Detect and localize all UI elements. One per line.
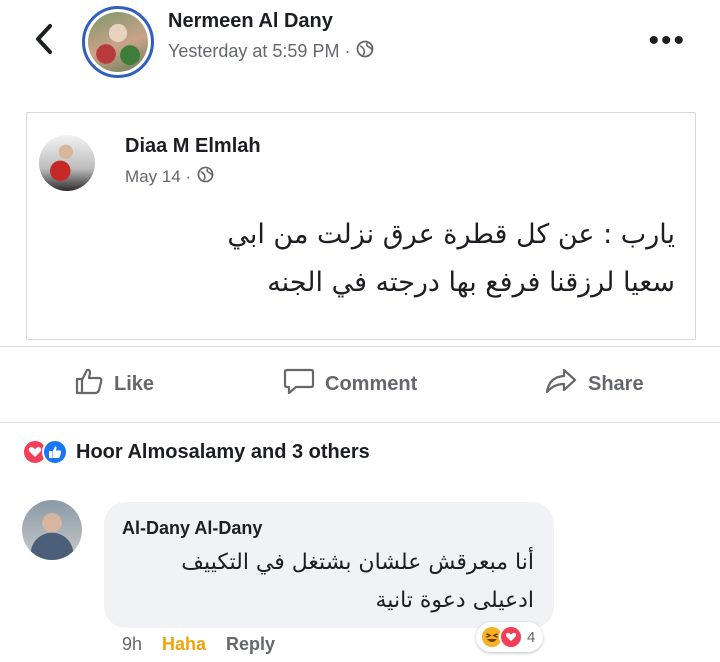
globe-icon — [197, 166, 214, 188]
divider — [0, 346, 720, 347]
comment-meta: 9h Haha Reply — [122, 634, 275, 655]
comment-text-line: ادعيلى دعوة تانية — [375, 588, 534, 613]
comment-time: 9h — [122, 634, 143, 654]
comment-label: Comment — [325, 372, 418, 395]
shared-post-text: يارب : عن كل قطرة عرق نزلت من ابي سعيا ل… — [55, 211, 675, 307]
commenter-avatar[interactable] — [22, 500, 82, 560]
like-reaction-icon — [42, 439, 68, 465]
post-timestamp: Yesterday at 5:59 PM · — [168, 40, 374, 63]
shared-author-avatar[interactable] — [39, 135, 95, 191]
share-button[interactable]: Share — [544, 352, 644, 416]
love-reaction-icon — [499, 625, 523, 649]
like-button[interactable]: Like — [74, 352, 154, 416]
like-label: Like — [114, 372, 155, 395]
shared-post-timestamp: May 14 · — [125, 166, 214, 188]
reactions-summary[interactable]: Hoor Almosalamy and 3 others — [22, 436, 370, 468]
comment-text-line: أنا مبعرقش علشان بشتغل في التكييف — [181, 550, 534, 575]
comment-reply-button[interactable]: Reply — [226, 634, 275, 655]
share-label: Share — [588, 372, 644, 395]
shared-timestamp-text[interactable]: May 14 · — [125, 167, 191, 187]
comment-reaction-count: 4 — [527, 628, 536, 646]
more-options-icon[interactable]: ••• — [648, 26, 686, 56]
post-timestamp-text[interactable]: Yesterday at 5:59 PM · — [168, 41, 350, 62]
chevron-left-icon[interactable] — [30, 22, 58, 56]
shared-post-line: يارب : عن كل قطرة عرق نزلت من ابي — [227, 219, 675, 250]
comment-bubble-icon — [283, 366, 315, 402]
globe-icon — [356, 40, 374, 63]
post-author-name[interactable]: Nermeen Al Dany — [168, 10, 333, 33]
shared-post-line: سعيا لرزقنا فرفع بها درجته في الجنه — [267, 267, 675, 298]
post-action-bar: Like Comment Share — [0, 352, 720, 416]
author-avatar[interactable] — [82, 6, 154, 78]
comment-reactions-badge[interactable]: 4 — [476, 622, 544, 652]
comment-bubble: Al-Dany Al-Dany أنا مبعرقش علشان بشتغل ف… — [104, 502, 554, 628]
comment-text: أنا مبعرقش علشان بشتغل في التكييف ادعيلى… — [114, 544, 534, 620]
shared-post-card[interactable]: Diaa M Elmlah May 14 · يارب : عن كل قطرة… — [26, 112, 696, 340]
comment-author-name[interactable]: Al-Dany Al-Dany — [122, 518, 262, 539]
comment-button[interactable]: Comment — [283, 352, 417, 416]
thumbs-up-icon — [74, 367, 104, 401]
share-arrow-icon — [544, 367, 578, 401]
divider — [0, 422, 720, 423]
post-header: Nermeen Al Dany Yesterday at 5:59 PM · •… — [0, 0, 720, 90]
shared-author-name[interactable]: Diaa M Elmlah — [125, 135, 261, 158]
reactions-summary-text[interactable]: Hoor Almosalamy and 3 others — [76, 441, 370, 464]
comment-react-button[interactable]: Haha — [162, 634, 206, 655]
